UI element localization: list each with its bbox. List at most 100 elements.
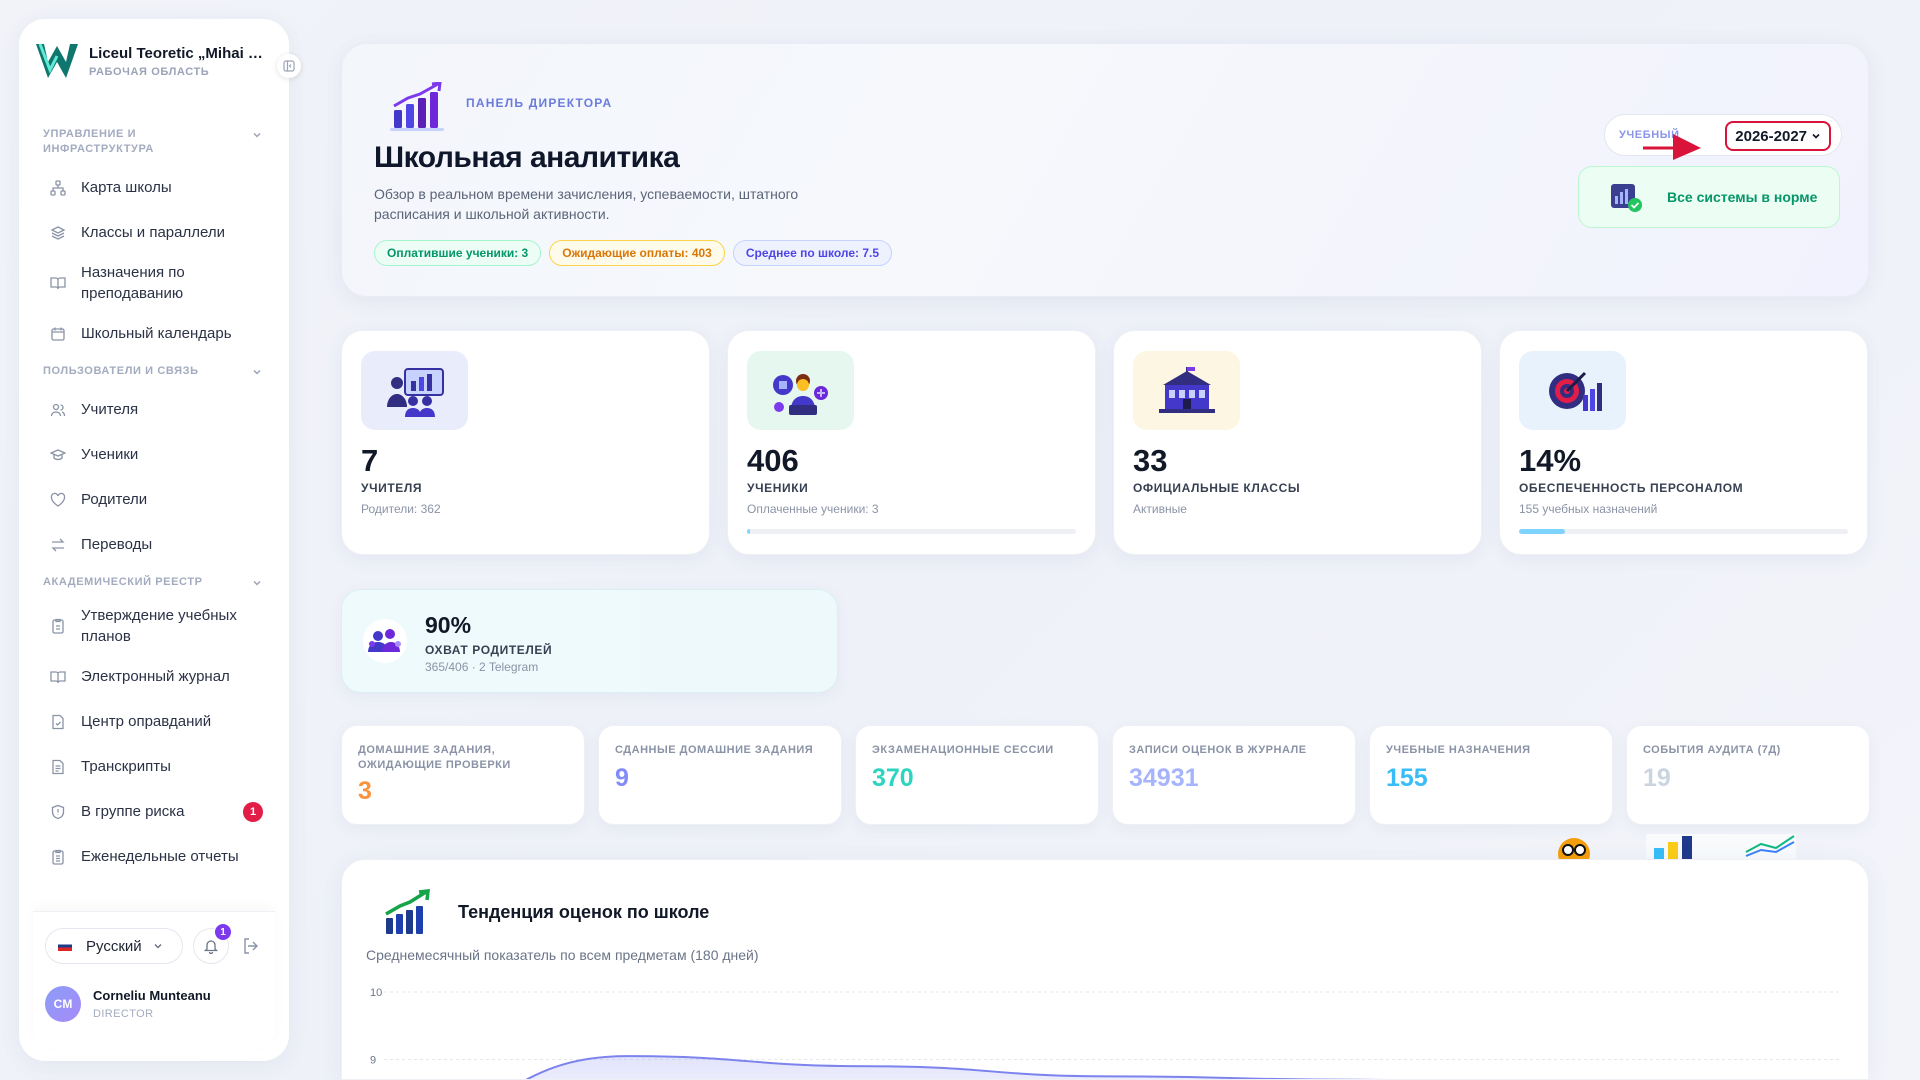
nav-section-management[interactable]: УПРАВЛЕНИЕ И ИНФРАСТРУКТУРА [19,127,289,157]
dashboard-hero: ПАНЕЛЬ ДИРЕКТОРА Школьная аналитика Обзо… [341,43,1869,297]
sidebar-item-label: Транскрипты [81,758,171,775]
classes-card[interactable]: 33 ОФИЦИАЛЬНЫЕ КЛАССЫ Активные [1113,330,1482,555]
metric-audit-events[interactable]: СОБЫТИЯ АУДИТА (7Д) 19 [1626,725,1870,825]
students-count: 406 [747,443,799,478]
sidebar-item-gradebook[interactable]: Электронный журнал [19,654,289,699]
chart-subtitle: Среднемесячный показатель по всем предме… [366,947,759,963]
parents-group-icon [363,619,407,663]
section-label: АКАДЕМИЧЕСКИЙ РЕЕСТР [43,576,203,588]
students-card[interactable]: 406 УЧЕНИКИ Оплаченные ученики: 3 [727,330,1096,555]
nav-section-academic[interactable]: АКАДЕМИЧЕСКИЙ РЕЕСТР [19,575,289,590]
staffing-card[interactable]: 14% ОБЕСПЕЧЕННОСТЬ ПЕРСОНАЛОМ 155 учебны… [1499,330,1868,555]
classes-count: 33 [1133,443,1168,478]
sidebar-nav: УПРАВЛЕНИЕ И ИНФРАСТРУКТУРА Карта школы … [19,123,289,913]
sidebar-item-label: В группе риска [81,803,185,820]
metric-label: ЭКЗАМЕНАЦИОННЫЕ СЕССИИ [872,744,1054,756]
language-label: Русский [86,937,142,955]
file-text-icon [49,758,67,776]
sidebar-item-parents[interactable]: Родители [19,477,289,522]
language-selector[interactable]: Русский [45,928,183,964]
chevron-down-icon [253,132,261,138]
staffing-progress-bar [1519,529,1848,534]
academic-year-select[interactable]: 2026-2027 [1725,121,1831,151]
file-check-icon [49,713,67,731]
user-profile[interactable]: CM Corneliu Munteanu DIRECTOR [45,986,211,1022]
metric-label: УЧЕБНЫЕ НАЗНАЧЕНИЯ [1386,744,1531,756]
parents-coverage-card[interactable]: 90% ОХВАТ РОДИТЕЛЕЙ 365/406 · 2 Telegram [341,589,838,693]
sidebar-item-label: Переводы [81,536,153,553]
sidebar-item-transfers[interactable]: Переводы [19,522,289,567]
shield-icon [49,803,67,821]
bar-chart-growth-icon [390,82,444,131]
teachers-title: УЧИТЕЛЯ [361,481,423,495]
classes-title: ОФИЦИАЛЬНЫЕ КЛАССЫ [1133,481,1301,495]
metric-pending-homework[interactable]: ДОМАШНИЕ ЗАДАНИЯ, ОЖИДАЮЩИЕ ПРОВЕРКИ 3 [341,725,585,825]
chart-title: Тенденция оценок по школе [458,902,710,922]
metric-teaching-assignments[interactable]: УЧЕБНЫЕ НАЗНАЧЕНИЯ 155 [1369,725,1613,825]
chevron-down-icon [1812,133,1820,139]
sidebar-item-teachers[interactable]: Учителя [19,387,289,432]
teachers-illustration-icon [361,351,468,430]
transfer-icon [49,536,67,554]
metric-value: 370 [872,764,914,792]
sidebar-item-label: Еженедельные отчеты [81,848,239,865]
sidebar-item-label: Утверждение учебных планов [81,607,237,645]
brand[interactable]: Liceul Teoretic „Mihai Emi... РАБОЧАЯ ОБ… [33,37,271,85]
section-label: ПОЛЬЗОВАТЕЛИ И СВЯЗЬ [43,365,199,377]
section-label: УПРАВЛЕНИЕ И ИНФРАСТРУКТУРА [43,128,154,155]
metric-label: ЗАПИСИ ОЦЕНОК В ЖУРНАЛЕ [1129,744,1307,756]
sidebar-item-label: Ученики [81,446,139,463]
sidebar-item-weekly-reports[interactable]: Еженедельные отчеты [19,834,289,879]
sidebar-item-transcripts[interactable]: Транскрипты [19,744,289,789]
metric-value: 9 [615,764,629,792]
sidebar-item-students[interactable]: Ученики [19,432,289,477]
staffing-title: ОБЕСПЕЧЕННОСТЬ ПЕРСОНАЛОМ [1519,481,1744,495]
nav-section-users[interactable]: ПОЛЬЗОВАТЕЛИ И СВЯЗЬ [19,364,289,379]
sidebar-item-teaching-assignments[interactable]: Назначения по преподаванию [19,255,289,311]
workspace-label: РАБОЧАЯ ОБЛАСТЬ [89,65,210,78]
grade-trend-chart[interactable]: 10 9 [342,970,1869,1080]
staffing-percent: 14% [1519,443,1582,478]
sidebar-item-label: Классы и параллели [81,224,225,241]
page-title: Школьная аналитика [374,141,680,174]
notifications-button[interactable]: 1 [193,924,231,964]
system-status: Все системы в норме [1578,166,1840,228]
sidebar-collapse-icon [283,60,295,72]
book-icon [49,668,67,686]
metric-exam-sessions[interactable]: ЭКЗАМЕНАЦИОННЫЕ СЕССИИ 370 [855,725,1099,825]
flag-icon [58,941,72,951]
students-title: УЧЕНИКИ [747,481,809,495]
logout-icon[interactable] [241,936,261,956]
sidebar-item-label: Школьный календарь [81,325,232,342]
book-open-icon [49,274,67,292]
summary-chips: Оплатившие ученики: 3 Ожидающие оплаты: … [374,240,893,266]
clipboard-list-icon [49,848,67,866]
page-description: Обзор в реальном времени зачисления, усп… [374,186,799,222]
at-risk-count-badge: 1 [243,801,263,822]
sidebar-item-school-map[interactable]: Карта школы [19,165,289,210]
metric-grade-records[interactable]: ЗАПИСИ ОЦЕНОК В ЖУРНАЛЕ 34931 [1112,725,1356,825]
sidebar-item-excuses[interactable]: Центр оправданий [19,699,289,744]
y-tick-label: 9 [370,1055,376,1067]
teachers-card[interactable]: 7 УЧИТЕЛЯ Родители: 362 [341,330,710,555]
students-illustration-icon [747,351,854,430]
decorative-illustration [1558,834,1796,860]
sidebar-item-label: Назначения по преподаванию [81,264,185,302]
sidebar-item-classes[interactable]: Классы и параллели [19,210,289,255]
teachers-count: 7 [361,443,379,478]
avatar: CM [45,986,81,1022]
growth-chart-icon [385,889,430,934]
metric-submitted-homework[interactable]: СДАННЫЕ ДОМАШНИЕ ЗАДАНИЯ 9 [598,725,842,825]
school-average-chip: Среднее по школе: 7.5 [732,240,893,266]
chevron-down-icon [253,369,261,375]
metric-value: 3 [358,777,372,805]
sidebar-item-label: Родители [81,491,148,508]
sidebar-item-label: Учителя [81,401,139,418]
collapse-sidebar-button[interactable] [277,54,301,78]
sidebar-item-curriculum-approval[interactable]: Утверждение учебных планов [19,598,289,654]
sidebar-footer: Русский 1 CM Corneliu Munteanu DIRECTOR [33,911,275,1049]
user-name: Corneliu Munteanu [93,988,211,1003]
sidebar-item-at-risk[interactable]: В группе риска 1 [19,789,289,834]
users-icon [49,401,67,419]
sidebar-item-calendar[interactable]: Школьный календарь [19,311,289,356]
